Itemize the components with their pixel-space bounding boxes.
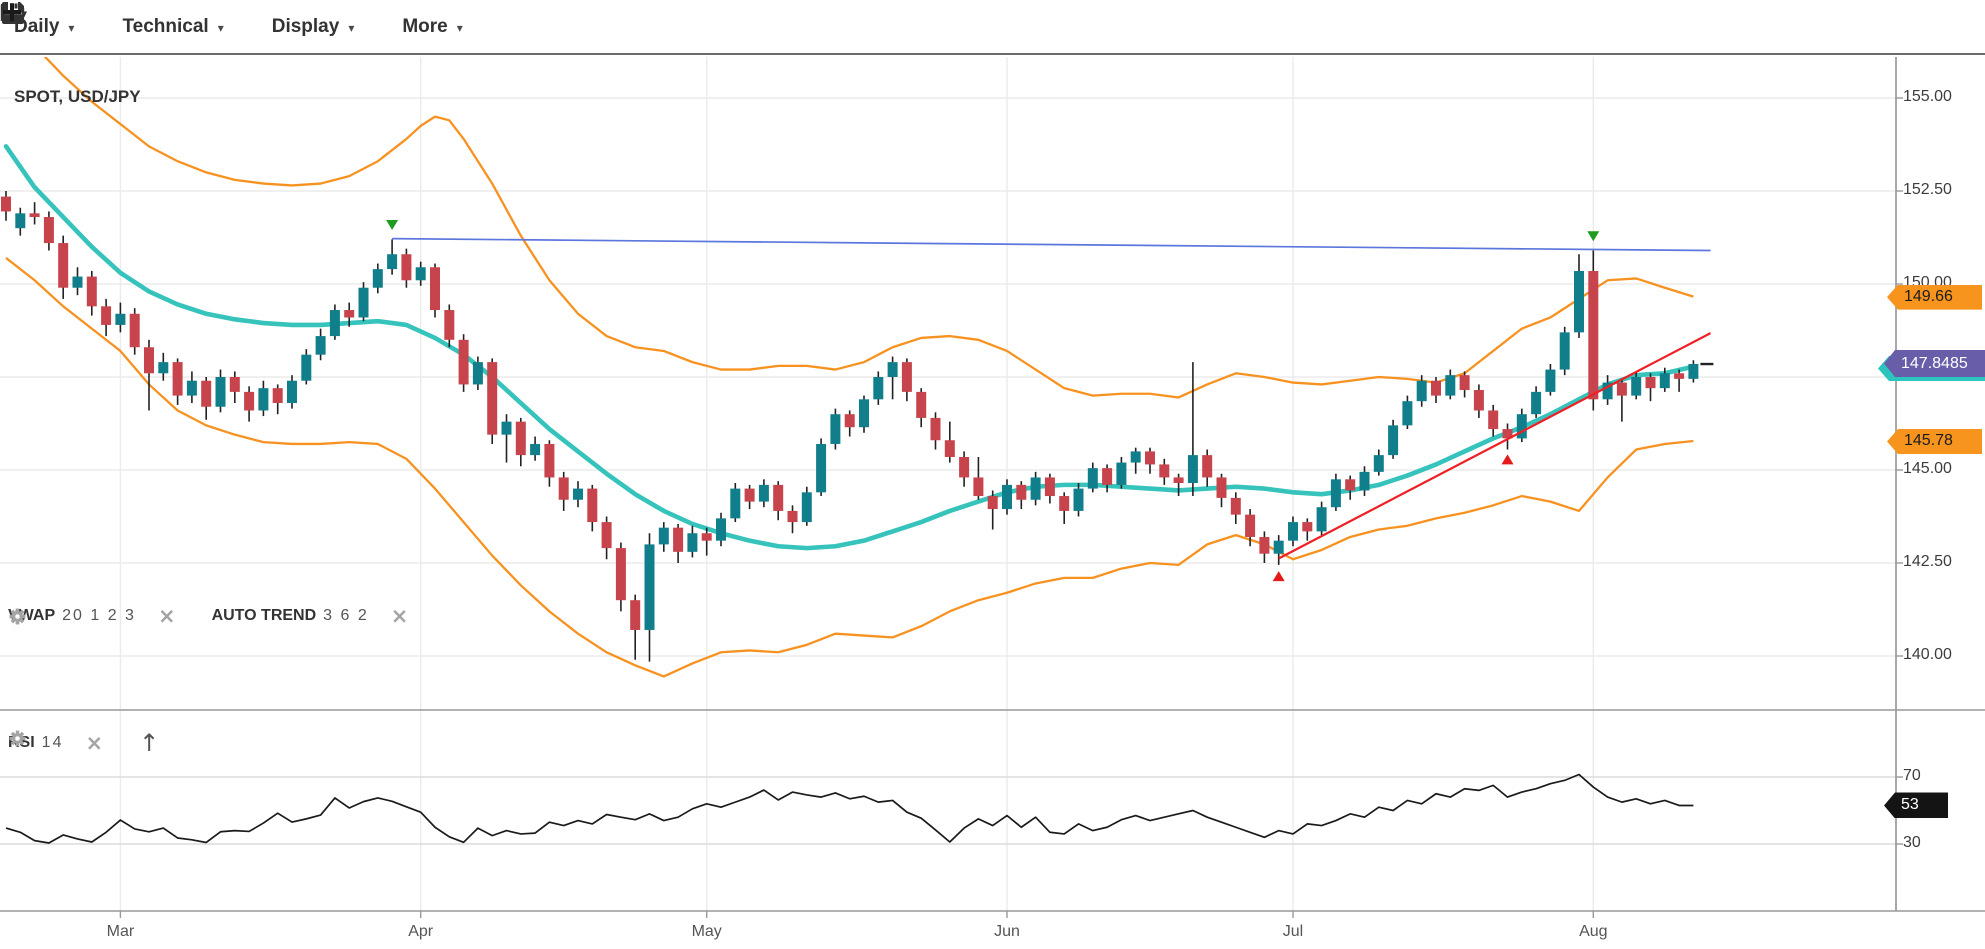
vwap-remove-icon[interactable]: × [158, 607, 176, 625]
rsi-axis-label: 70 [1903, 767, 1921, 785]
rsi-remove-icon[interactable]: × [85, 734, 103, 752]
autotrend-legend-title: AUTO TREND [212, 607, 317, 625]
rsi-expand-arrow-icon[interactable]: ↑ [139, 729, 159, 757]
rsi-axis-label: 30 [1903, 834, 1921, 852]
rsi-legend: RSI 14 × ↑ [8, 729, 159, 757]
menu-label: More [402, 16, 447, 38]
main-indicator-legend: VWAP 20 1 2 3 × AUTO TREND 3 6 2 × [8, 607, 418, 625]
chevron-down-icon: ▾ [218, 19, 224, 35]
time-axis-label: Apr [408, 923, 433, 941]
price-axis-label: 140.00 [1903, 646, 1952, 664]
menu-more[interactable]: More ▾ [402, 16, 462, 38]
time-axis-label: Mar [107, 923, 135, 941]
gear-glyph [8, 607, 27, 626]
chart-canvas[interactable] [0, 57, 1985, 949]
time-axis-label: Jul [1283, 923, 1303, 941]
plus-glyph [0, 0, 24, 24]
time-axis-label: May [692, 923, 722, 941]
time-axis-label: Aug [1579, 923, 1607, 941]
upper-band-badge: 149.66 [1887, 285, 1982, 310]
price-axis-label: 142.50 [1903, 553, 1952, 571]
vwap-legend-params: 20 1 2 3 [62, 607, 136, 625]
symbol-label: SPOT, USD/JPY [14, 87, 141, 107]
price-axis-label: 155.00 [1903, 88, 1952, 106]
trading-chart-app: Daily▾Technical▾Display▾More▾ [0, 0, 1985, 949]
price-axis-label: 145.00 [1903, 460, 1952, 478]
rsi-value-badge: 53 [1884, 792, 1948, 818]
chart-area: SPOT, USD/JPY VWAP 20 1 2 3 × AUTO TREND… [0, 57, 1985, 949]
menu-label: Display [272, 16, 340, 38]
rsi-legend-params: 14 [42, 734, 64, 752]
toolbar-menus: Daily▾Technical▾Display▾More▾ [0, 16, 497, 38]
time-axis-label: Jun [994, 923, 1020, 941]
toolbar: Daily▾Technical▾Display▾More▾ [0, 0, 1985, 55]
chevron-down-icon: ▾ [457, 19, 463, 35]
chevron-down-icon: ▾ [348, 19, 354, 35]
price-axis-label: 152.50 [1903, 181, 1952, 199]
chevron-down-icon: ▾ [68, 19, 74, 35]
autotrend-remove-icon[interactable]: × [391, 607, 409, 625]
menu-technical[interactable]: Technical ▾ [122, 16, 223, 38]
menu-label: Technical [122, 16, 208, 38]
menu-display[interactable]: Display ▾ [272, 16, 355, 38]
gear-glyph [8, 729, 27, 748]
autotrend-legend-params: 3 6 2 [323, 607, 369, 625]
lower-band-badge: 145.78 [1887, 429, 1982, 454]
last-price-badge: 147.8485 [1884, 350, 1985, 377]
